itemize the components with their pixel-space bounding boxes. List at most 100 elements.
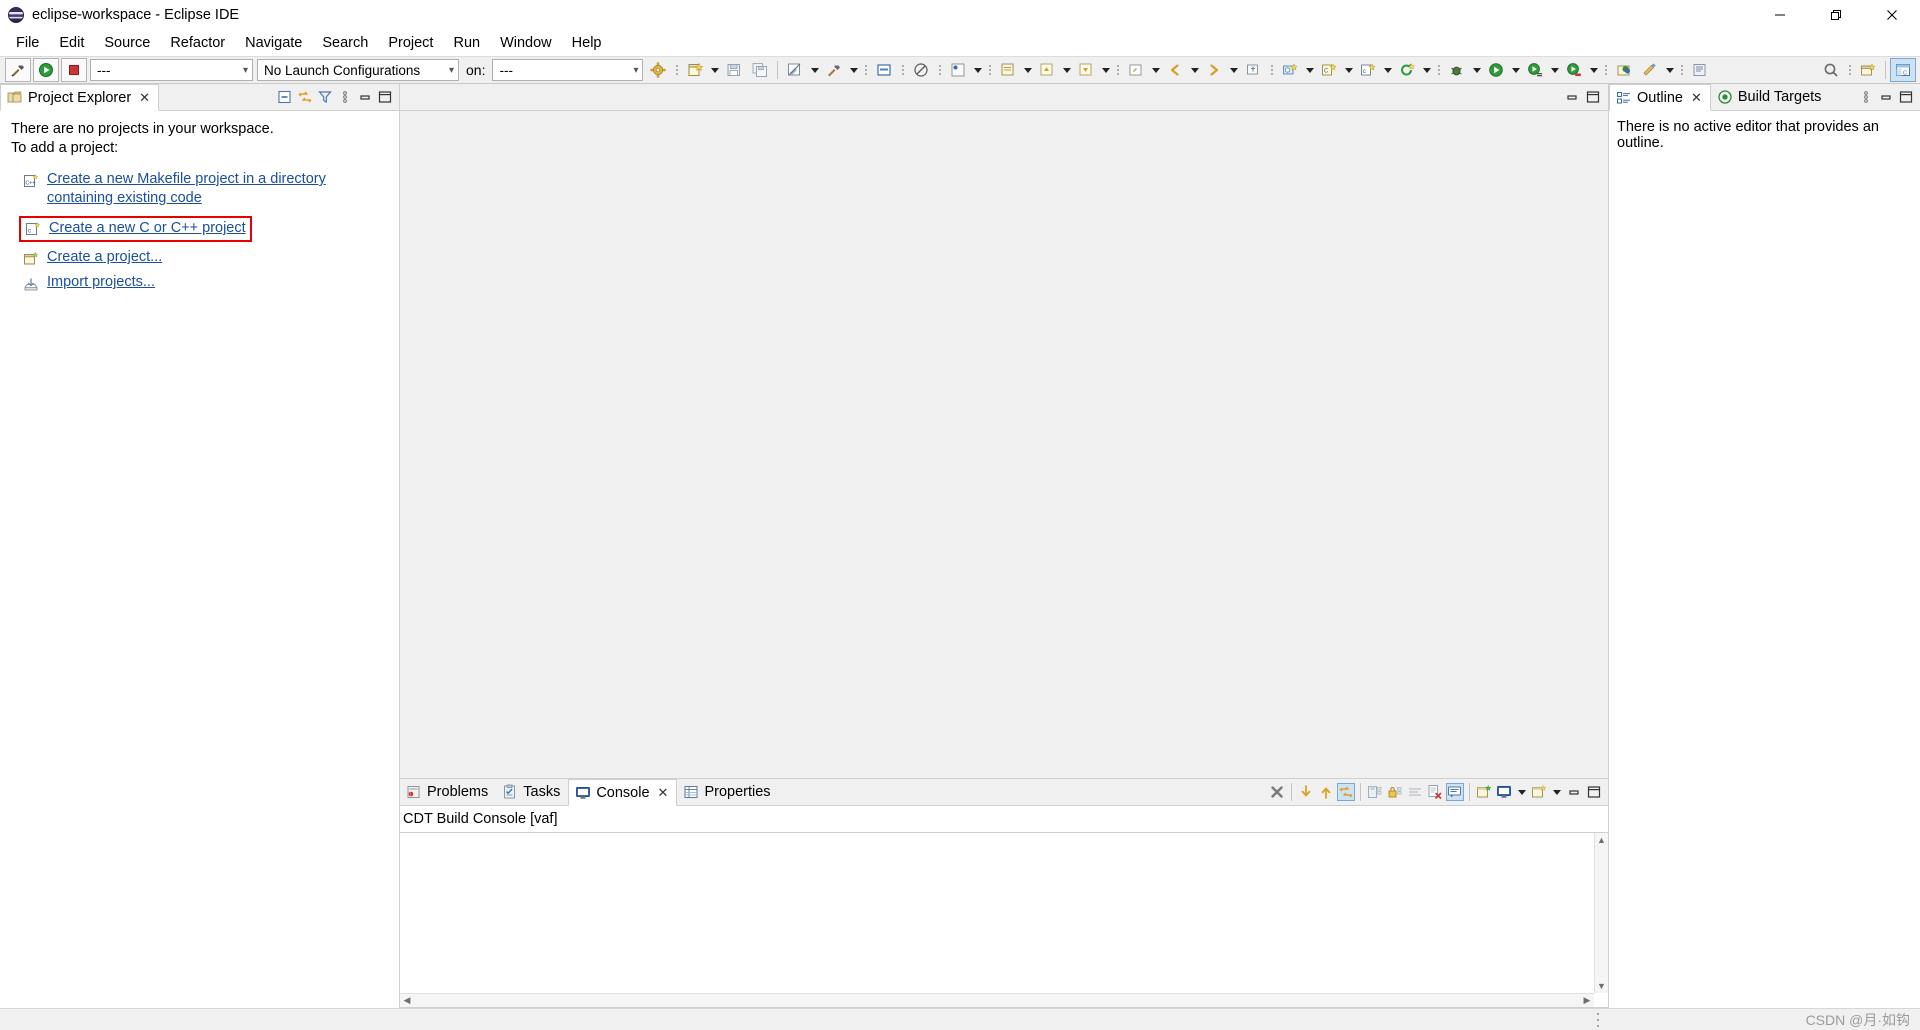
tab-outline[interactable]: Outline ✕ — [1609, 84, 1711, 111]
toggle-comment-icon[interactable] — [871, 58, 897, 82]
toolbar-drag-handle[interactable] — [987, 61, 992, 79]
back-dropdown-icon[interactable] — [1188, 59, 1201, 81]
build-hammer-icon[interactable] — [5, 58, 31, 82]
toolbar-drag-handle[interactable] — [674, 61, 679, 79]
run-dropdown-icon[interactable] — [1509, 59, 1522, 81]
forward-dropdown-icon[interactable] — [1227, 59, 1240, 81]
save-icon[interactable] — [721, 58, 747, 82]
last-edit-location-icon[interactable] — [1123, 58, 1149, 82]
run-icon[interactable] — [1483, 58, 1509, 82]
scroll-up-arrow-icon[interactable]: ▲ — [1595, 833, 1609, 847]
open-console-icon[interactable] — [1530, 783, 1548, 801]
launch-mode-combo[interactable]: --- ▾ — [90, 59, 253, 81]
new-c-class-dropdown-icon[interactable] — [1303, 59, 1316, 81]
terminal-icon[interactable] — [1687, 58, 1713, 82]
link-row-create-project[interactable]: Create a project... — [11, 248, 399, 267]
save-console-icon[interactable] — [1366, 783, 1384, 801]
toolbar-drag-handle[interactable] — [1679, 61, 1684, 79]
search-icon[interactable] — [1818, 58, 1844, 82]
new-c-file-dropdown-icon[interactable] — [1342, 59, 1355, 81]
last-edit-dropdown-icon[interactable] — [1149, 59, 1162, 81]
toolbar-drag-handle[interactable] — [1269, 61, 1274, 79]
close-icon[interactable]: ✕ — [139, 90, 150, 106]
close-icon[interactable]: ✕ — [658, 785, 669, 801]
link-label[interactable]: Create a project... — [47, 248, 162, 267]
launch-target-combo[interactable]: --- ▾ — [492, 59, 643, 81]
link-label[interactable]: Create a new C or C++ project — [49, 219, 246, 238]
build-all-dropdown-icon[interactable] — [808, 59, 821, 81]
link-label[interactable]: Create a new Makefile project in a direc… — [47, 170, 337, 208]
link-icon[interactable] — [1337, 783, 1355, 801]
menu-source[interactable]: Source — [94, 32, 160, 54]
menu-edit[interactable]: Edit — [49, 32, 94, 54]
no-entry-icon[interactable] — [908, 58, 934, 82]
minimize-icon[interactable] — [356, 88, 374, 106]
breakpoint-icon[interactable] — [945, 58, 971, 82]
new-c-project-dropdown-icon[interactable] — [1381, 59, 1394, 81]
perspective-c-cpp-icon[interactable]: C — [1890, 58, 1916, 82]
close-window-button[interactable] — [1864, 0, 1920, 30]
build-dropdown-icon[interactable] — [847, 59, 860, 81]
display-console-dropdown-icon[interactable] — [1515, 781, 1528, 803]
view-menu-icon[interactable] — [1857, 88, 1875, 106]
toolbar-drag-handle[interactable] — [863, 61, 868, 79]
skip-breakpoints-icon[interactable] — [1637, 58, 1663, 82]
open-perspective-icon[interactable] — [1611, 58, 1637, 82]
console-horizontal-scrollbar[interactable]: ◀ ▶ — [400, 993, 1594, 1007]
previous-annotation-icon[interactable] — [1073, 58, 1099, 82]
tab-build-targets[interactable]: Build Targets — [1711, 84, 1830, 110]
scroll-down-icon[interactable] — [1297, 783, 1315, 801]
back-icon[interactable] — [1162, 58, 1188, 82]
menu-run[interactable]: Run — [443, 32, 490, 54]
toolbar-drag-handle[interactable] — [900, 61, 905, 79]
display-selected-console-icon[interactable] — [1495, 783, 1513, 801]
menu-refactor[interactable]: Refactor — [160, 32, 235, 54]
run-coverage-icon[interactable] — [1561, 58, 1587, 82]
menu-window[interactable]: Window — [490, 32, 562, 54]
tab-project-explorer[interactable]: Project Explorer ✕ — [0, 84, 159, 111]
new-c-class-icon[interactable] — [1277, 58, 1303, 82]
toolbar-drag-handle[interactable] — [1436, 61, 1441, 79]
scroll-down-arrow-icon[interactable]: ▼ — [1595, 979, 1609, 993]
build-all-icon[interactable] — [782, 58, 808, 82]
next-annotation-icon[interactable] — [1034, 58, 1060, 82]
menu-help[interactable]: Help — [562, 32, 612, 54]
toolbar-drag-handle[interactable] — [1115, 61, 1120, 79]
link-row-import-projects[interactable]: Import projects... — [11, 273, 399, 292]
new-c-project-icon[interactable]: c — [1355, 58, 1381, 82]
maximize-icon[interactable] — [376, 88, 394, 106]
menu-search[interactable]: Search — [312, 32, 378, 54]
maximize-icon[interactable] — [1585, 783, 1603, 801]
next-annotation-dropdown-icon[interactable] — [1060, 59, 1073, 81]
new-window-icon[interactable] — [1855, 58, 1881, 82]
show-console-icon[interactable] — [1446, 783, 1464, 801]
maximize-icon[interactable] — [1584, 88, 1602, 106]
collapse-all-icon[interactable] — [276, 88, 294, 106]
tab-tasks[interactable]: Tasks — [496, 779, 568, 805]
run-external-dropdown-icon[interactable] — [1548, 59, 1561, 81]
menu-navigate[interactable]: Navigate — [235, 32, 312, 54]
menu-project[interactable]: Project — [378, 32, 443, 54]
new-wizard-icon[interactable] — [682, 58, 708, 82]
minimize-icon[interactable] — [1877, 88, 1895, 106]
minimize-icon[interactable] — [1563, 88, 1581, 106]
tab-properties[interactable]: Properties — [677, 779, 778, 805]
refresh-icon[interactable] — [1394, 58, 1420, 82]
maximize-icon[interactable] — [1897, 88, 1915, 106]
terminate-icon[interactable] — [1268, 783, 1286, 801]
tab-console[interactable]: Console ✕ — [568, 779, 677, 806]
link-row-makefile-project[interactable]: C++ Create a new Makefile project in a d… — [11, 170, 399, 208]
save-all-icon[interactable] — [747, 58, 773, 82]
forward-icon[interactable] — [1201, 58, 1227, 82]
previous-annotation-dropdown-icon[interactable] — [1099, 59, 1112, 81]
scroll-up-icon[interactable] — [1317, 783, 1335, 801]
view-menu-icon[interactable] — [336, 88, 354, 106]
close-icon[interactable]: ✕ — [1691, 90, 1702, 106]
filter-icon[interactable] — [316, 88, 334, 106]
clear-console-icon[interactable] — [1426, 783, 1444, 801]
minimize-window-button[interactable] — [1752, 0, 1808, 30]
console-output-area[interactable]: ▲ ▼ ◀ ▶ — [400, 832, 1608, 1008]
refresh-dropdown-icon[interactable] — [1420, 59, 1433, 81]
new-c-file-icon[interactable]: C — [1316, 58, 1342, 82]
run-green-arrow-icon[interactable] — [33, 58, 59, 82]
